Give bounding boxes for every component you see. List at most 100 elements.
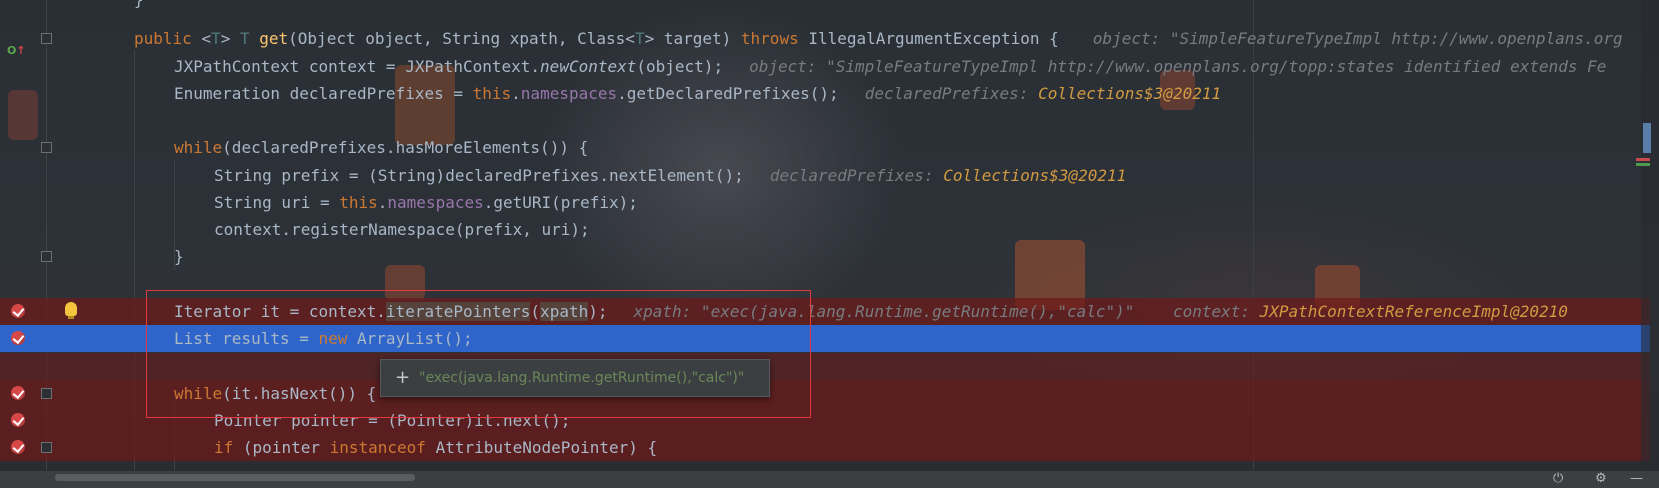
code-token: .getDeclaredPrefixes(); <box>617 84 839 103</box>
code-token: (object); <box>636 57 724 76</box>
code-line[interactable]: String prefix = (String)declaredPrefixes… <box>0 162 1650 189</box>
code-text: JXPathContext context = JXPathContext.ne… <box>174 53 1606 80</box>
code-token: get <box>259 29 289 48</box>
minimize-icon[interactable]: — <box>1630 472 1644 486</box>
code-token: Iterator it = context. <box>174 302 386 321</box>
code-line[interactable]: context.registerNamespace(prefix, uri); <box>0 216 1650 243</box>
evaluate-expression-popup[interactable]: + "exec(java.lang.Runtime.getRuntime(),"… <box>380 359 770 397</box>
code-text: List results = new ArrayList(); <box>174 325 473 352</box>
code-token: Pointer pointer = (Pointer)it.next(); <box>214 411 571 430</box>
code-token: IllegalArgumentException { <box>808 29 1059 48</box>
code-token: xpath <box>540 302 589 321</box>
code-text: } <box>134 0 144 13</box>
plus-icon[interactable]: + <box>395 360 410 396</box>
inline-debug-hint[interactable]: xpath: "exec(java.lang.Runtime.getRuntim… <box>634 302 1260 321</box>
inline-debug-hint[interactable]: object: "SimpleFeatureTypeImpl http://ww… <box>1093 29 1623 48</box>
scroll-mark-error <box>1636 158 1650 161</box>
code-line[interactable]: JXPathContext context = JXPathContext.ne… <box>0 53 1650 80</box>
popup-value: "exec(java.lang.Runtime.getRuntime(),"ca… <box>419 370 745 386</box>
fold-marker-icon[interactable] <box>41 388 52 399</box>
code-token: while <box>174 384 223 403</box>
code-text: } <box>174 243 184 270</box>
fold-marker-icon[interactable] <box>41 442 52 453</box>
fold-marker-icon[interactable] <box>41 251 52 262</box>
code-text: context.registerNamespace(prefix, uri); <box>214 216 590 243</box>
code-line: } <box>0 0 1650 13</box>
code-token: ( <box>530 302 541 321</box>
code-token: (pointer <box>242 438 330 457</box>
breakpoint-icon[interactable] <box>11 413 25 427</box>
code-line[interactable] <box>0 353 1650 380</box>
code-token: String uri = <box>214 193 340 212</box>
code-line[interactable]: String uri = this.namespaces.getURI(pref… <box>0 189 1650 216</box>
code-text: Iterator it = context.iteratePointers(xp… <box>174 298 1568 325</box>
lightbulb-icon[interactable] <box>65 302 77 319</box>
code-token: T <box>634 29 645 48</box>
code-token: while <box>174 138 223 157</box>
code-token: AttributeNodePointer) { <box>435 438 658 457</box>
code-line[interactable]: while(declaredPrefixes.hasMoreElements()… <box>0 134 1650 161</box>
code-token: . <box>377 193 388 212</box>
code-token: T <box>239 29 260 48</box>
code-token: } <box>174 247 184 266</box>
code-line[interactable] <box>0 271 1650 298</box>
code-token: T <box>211 29 221 48</box>
code-line[interactable]: public <T> T get(Object object, String x… <box>0 25 1650 52</box>
code-text: String prefix = (String)declaredPrefixes… <box>214 162 1126 189</box>
inline-debug-hint[interactable]: declaredPrefixes: <box>770 166 943 185</box>
code-line[interactable]: if (pointer instanceof AttributeNodePoin… <box>0 434 1650 461</box>
code-token: newContext <box>540 57 637 76</box>
code-line[interactable]: List results = new ArrayList(); <box>0 325 1650 352</box>
code-token: instanceof <box>329 438 436 457</box>
code-token: String prefix = (String)declaredPrefixes… <box>214 166 744 185</box>
horizontal-scrollbar[interactable] <box>55 474 415 481</box>
code-token: (Object object, String xpath, Class< <box>288 29 635 48</box>
code-text: while(it.hasNext()) { <box>174 380 376 407</box>
vertical-scrollbar[interactable] <box>1641 0 1659 470</box>
code-token: context.registerNamespace(prefix, uri); <box>214 220 590 239</box>
power-icon[interactable]: ⏻ <box>1553 472 1567 486</box>
code-token: List results = <box>174 329 319 348</box>
code-text: Pointer pointer = (Pointer)it.next(); <box>214 407 570 434</box>
code-text: if (pointer instanceof AttributeNodePoin… <box>214 434 657 461</box>
inline-debug-hint[interactable]: object: "SimpleFeatureTypeImpl http://ww… <box>749 57 1606 76</box>
code-text: while(declaredPrefixes.hasMoreElements()… <box>174 134 588 161</box>
implements-method-icon[interactable]: O↑ <box>7 45 26 57</box>
inline-debug-hint[interactable]: JXPathContextReferenceImpl@20210 <box>1260 302 1568 321</box>
code-editor[interactable]: } public <T> T get(Object object, String … <box>0 0 1659 470</box>
code-token: ); <box>588 302 608 321</box>
scroll-mark-warning <box>1636 163 1650 166</box>
code-token: namespaces <box>520 84 618 103</box>
code-token: this <box>339 193 378 212</box>
breakpoint-icon[interactable] <box>11 386 25 400</box>
code-token: iteratePointers <box>385 302 531 321</box>
code-token: > target) <box>644 29 741 48</box>
status-bar: ⏻ ⚙ — <box>0 470 1659 488</box>
scroll-mark <box>1643 123 1651 153</box>
code-token: if <box>214 438 243 457</box>
code-token: . <box>511 84 521 103</box>
breakpoint-icon[interactable] <box>11 440 25 454</box>
inline-debug-hint[interactable]: declaredPrefixes: <box>865 84 1038 103</box>
gear-icon[interactable]: ⚙ <box>1595 472 1609 486</box>
fold-marker-icon[interactable] <box>41 142 52 153</box>
code-line[interactable]: Enumeration declaredPrefixes = this.name… <box>0 80 1650 107</box>
code-line[interactable]: Pointer pointer = (Pointer)it.next(); <box>0 407 1650 434</box>
code-token: < <box>201 29 212 48</box>
inline-debug-hint[interactable]: Collections$3@20211 <box>1038 84 1221 103</box>
code-token: (declaredPrefixes.hasMoreElements()) { <box>222 138 589 157</box>
code-token: ArrayList(); <box>357 329 473 348</box>
breakpoint-icon[interactable] <box>11 331 25 345</box>
code-line[interactable]: } <box>0 243 1650 270</box>
code-line[interactable] <box>0 107 1650 134</box>
breakpoint-icon[interactable] <box>11 304 25 318</box>
code-token: > <box>220 29 240 48</box>
fold-marker-icon[interactable] <box>41 33 52 44</box>
code-line[interactable]: while(it.hasNext()) { <box>0 380 1650 407</box>
inline-debug-hint[interactable]: Collections$3@20211 <box>943 166 1126 185</box>
code-token: throws <box>740 29 809 48</box>
code-text: String uri = this.namespaces.getURI(pref… <box>214 189 638 216</box>
code-line[interactable]: Iterator it = context.iteratePointers(xp… <box>0 298 1650 325</box>
code-token: (it.hasNext()) { <box>222 384 377 403</box>
code-token: Enumeration declaredPrefixes = <box>174 84 473 103</box>
